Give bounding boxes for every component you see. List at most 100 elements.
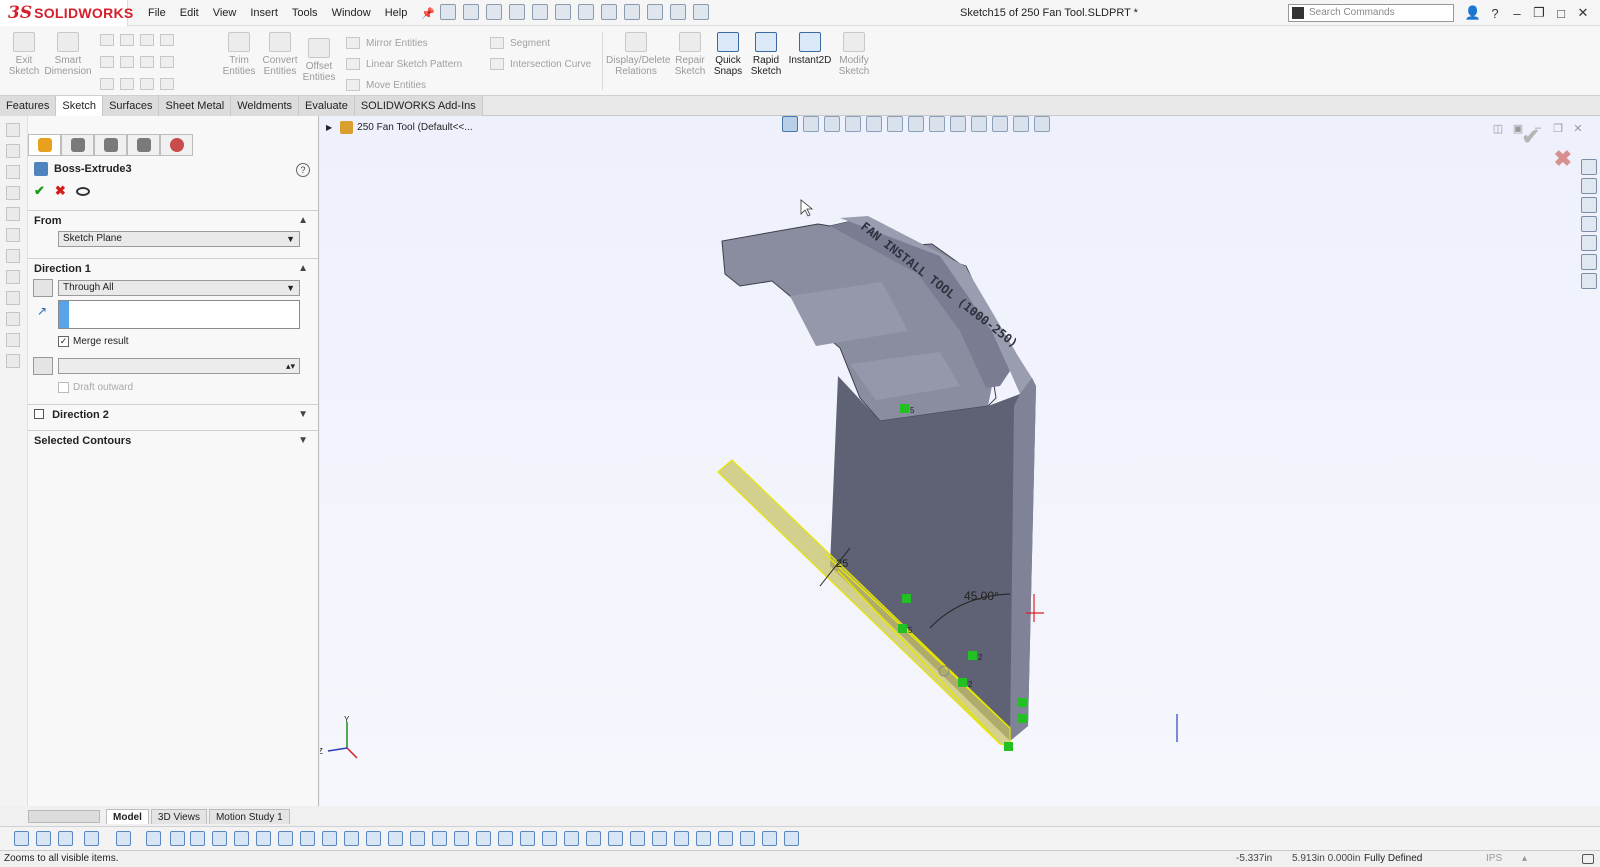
- from-group-header[interactable]: From ▲: [28, 210, 318, 230]
- maximize-icon[interactable]: □: [1550, 6, 1572, 21]
- relation-marker[interactable]: [1018, 698, 1027, 707]
- solidworks-logo[interactable]: 3S SOLIDWORKS: [0, 0, 133, 26]
- draft-outward-checkbox[interactable]: Draft outward: [58, 382, 133, 393]
- filter-center-marks-icon[interactable]: [366, 831, 381, 846]
- draft-angle-input[interactable]: ▴▾: [58, 358, 300, 374]
- dynamic-annotation-icon[interactable]: [866, 116, 882, 132]
- filter-dowel-pin-icon[interactable]: [608, 831, 623, 846]
- convert-entities-button[interactable]: Convert Entities: [260, 32, 300, 77]
- relation-marker[interactable]: [958, 678, 967, 687]
- display-delete-relations-button[interactable]: Display/Delete Relations: [606, 32, 670, 77]
- direction-vector-input[interactable]: [58, 300, 300, 329]
- menu-window[interactable]: Window: [332, 7, 371, 19]
- menu-help[interactable]: Help: [385, 7, 408, 19]
- custom-properties-icon[interactable]: [1581, 254, 1597, 270]
- display-manager-tab[interactable]: [160, 134, 193, 156]
- search-commands-input[interactable]: Search Commands: [1288, 4, 1454, 22]
- filter-midpoints-icon[interactable]: [344, 831, 359, 846]
- unit-dropdown-icon[interactable]: ▴: [1522, 851, 1527, 867]
- merge-result-checkbox[interactable]: ✓ Merge result: [58, 336, 129, 347]
- previous-view-icon[interactable]: [824, 116, 840, 132]
- filter-facet-vertex-icon[interactable]: [784, 831, 799, 846]
- tab-solidworks-add-ins[interactable]: SOLIDWORKS Add-Ins: [354, 96, 483, 116]
- flyout-feature-tree[interactable]: ▶ 250 Fan Tool (Default<<...: [326, 121, 473, 134]
- filter-sketch-segments-icon[interactable]: [322, 831, 337, 846]
- smart-dimension-button[interactable]: Smart Dimension: [44, 32, 92, 77]
- design-library-icon[interactable]: [1581, 178, 1597, 194]
- strip-tool-icon[interactable]: [6, 207, 20, 221]
- save-all-icon[interactable]: [555, 4, 571, 20]
- relation-marker[interactable]: [1004, 742, 1013, 751]
- filter-mid-surface-icon[interactable]: [674, 831, 689, 846]
- confirmation-cancel-icon[interactable]: ✖: [1554, 146, 1572, 172]
- select-arrow-icon[interactable]: [84, 831, 99, 846]
- appearances-icon[interactable]: [1581, 235, 1597, 251]
- relation-marker[interactable]: [1018, 714, 1027, 723]
- tab-3d-views[interactable]: 3D Views: [150, 809, 207, 824]
- preview-eye-icon[interactable]: [75, 186, 90, 196]
- filter-geometric-tolerance-icon[interactable]: [454, 831, 469, 846]
- home-icon[interactable]: [440, 4, 456, 20]
- file-explorer-icon[interactable]: [1581, 197, 1597, 213]
- dimension-25-text[interactable]: 25: [836, 558, 848, 570]
- strip-tool-icon[interactable]: [6, 354, 20, 368]
- viewport-close-icon[interactable]: ✕: [1568, 122, 1588, 135]
- offset-entities-button[interactable]: Offset Entities: [302, 38, 336, 83]
- filter-cosmetic-welds-icon[interactable]: [696, 831, 711, 846]
- menu-tools[interactable]: Tools: [292, 7, 318, 19]
- viewport-restore-icon[interactable]: ❐: [1548, 122, 1568, 135]
- filter-centerline-icon[interactable]: [388, 831, 403, 846]
- expand-triangle-icon[interactable]: ▶: [326, 123, 332, 132]
- filter-clear-icon[interactable]: [36, 831, 51, 846]
- tab-sheet-metal[interactable]: Sheet Metal: [159, 96, 232, 116]
- filter-notes-icon[interactable]: [476, 831, 491, 846]
- spline-icon[interactable]: [140, 34, 154, 46]
- property-manager-tab[interactable]: [28, 134, 61, 156]
- undo-icon[interactable]: [601, 4, 617, 20]
- new-document-icon[interactable]: [463, 4, 479, 20]
- fillet-icon[interactable]: [140, 56, 154, 68]
- restore-icon[interactable]: ❐: [1528, 5, 1550, 21]
- segment-button[interactable]: Segment: [490, 37, 550, 49]
- help-circle-icon[interactable]: ?: [296, 163, 310, 177]
- tab-weldments[interactable]: Weldments: [231, 96, 300, 116]
- reverse-direction-icon[interactable]: [33, 279, 53, 297]
- direction2-checkbox[interactable]: [34, 409, 44, 419]
- configuration-tab[interactable]: [94, 134, 127, 156]
- exit-sketch-button[interactable]: Exit Sketch: [6, 32, 42, 77]
- polygon-icon[interactable]: [120, 78, 134, 90]
- options-gear-icon[interactable]: [693, 4, 709, 20]
- relation-marker[interactable]: [968, 651, 977, 660]
- strip-tool-icon[interactable]: [6, 312, 20, 326]
- forum-icon[interactable]: [1581, 273, 1597, 289]
- filter-faces-icon[interactable]: [190, 831, 205, 846]
- slot-icon[interactable]: [100, 78, 114, 90]
- save-as-icon[interactable]: [532, 4, 548, 20]
- mirror-entities-button[interactable]: Mirror Entities: [346, 37, 428, 49]
- edit-appearance-icon[interactable]: [950, 116, 966, 132]
- user-icon[interactable]: 👤: [1462, 5, 1484, 21]
- strip-tool-icon[interactable]: [6, 123, 20, 137]
- modify-sketch-button[interactable]: Modify Sketch: [836, 32, 872, 77]
- feature-tree-tab[interactable]: [61, 134, 94, 156]
- print-icon[interactable]: [578, 4, 594, 20]
- ok-check-icon[interactable]: ✔: [34, 183, 45, 199]
- filter-facet-icon[interactable]: [740, 831, 755, 846]
- rectangle-icon[interactable]: [100, 56, 114, 68]
- filter-sketch-points-icon[interactable]: [300, 831, 315, 846]
- hide-show-items-icon[interactable]: [929, 116, 945, 132]
- chamfer-icon[interactable]: [140, 78, 154, 90]
- menu-edit[interactable]: Edit: [180, 7, 199, 19]
- view-settings-icon[interactable]: [992, 116, 1008, 132]
- direction2-group-header[interactable]: Direction 2 ▼: [28, 404, 318, 424]
- filter-meshes-icon[interactable]: [718, 831, 733, 846]
- rapid-sketch-button[interactable]: Rapid Sketch: [748, 32, 784, 77]
- unit-system[interactable]: IPS: [1486, 851, 1502, 867]
- relation-marker[interactable]: [900, 404, 909, 413]
- close-icon[interactable]: ✕: [1572, 5, 1594, 21]
- strip-tool-icon[interactable]: [6, 249, 20, 263]
- filter-surface-bodies-icon[interactable]: [212, 831, 227, 846]
- selected-contours-group-header[interactable]: Selected Contours ▼: [28, 430, 318, 450]
- filter-datum-feature-icon[interactable]: [498, 831, 513, 846]
- direction-arrow-icon[interactable]: ↗: [37, 304, 47, 318]
